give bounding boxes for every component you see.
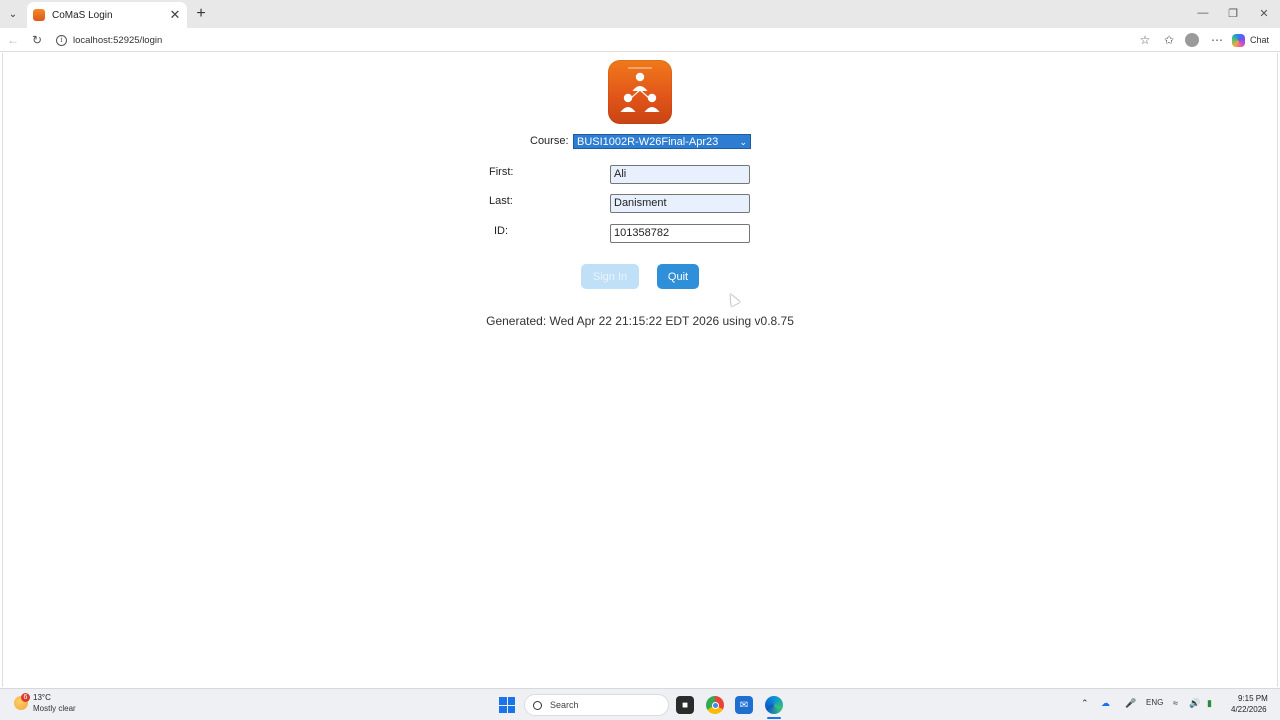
course-select[interactable]: BUSI1002R-W26Final-Apr23 ⌄ [573, 134, 751, 149]
url-text: localhost:52925/login [73, 34, 163, 46]
microphone-icon[interactable]: 🎤 [1125, 698, 1136, 709]
first-name-label: First: [489, 166, 514, 178]
id-label: ID: [494, 225, 509, 237]
active-app-indicator [767, 717, 781, 719]
browser-tab-bar: ⌄ CoMaS Login ✕ + — ❐ ✕ [0, 0, 1280, 28]
tab-title: CoMaS Login [52, 9, 113, 21]
copilot-icon [1232, 33, 1245, 47]
favorite-star-icon[interactable]: ☆ [1136, 31, 1154, 49]
last-name-input[interactable]: Danisment [610, 194, 750, 213]
close-tab-icon[interactable]: ✕ [167, 7, 183, 23]
search-icon [533, 700, 542, 710]
id-input[interactable]: 101358782 [610, 224, 750, 243]
outlook-icon[interactable]: ✉ [735, 696, 753, 714]
language-indicator[interactable]: ENG [1146, 698, 1163, 707]
browser-tab[interactable]: CoMaS Login ✕ [27, 2, 187, 28]
tab-actions-menu-icon[interactable]: ⌄ [4, 5, 22, 23]
course-label: Course: [530, 135, 569, 147]
site-info-icon[interactable]: i [56, 34, 67, 46]
close-window-icon[interactable]: ✕ [1253, 4, 1275, 22]
comas-favicon-icon [33, 9, 45, 21]
refresh-icon[interactable]: ↻ [28, 31, 46, 49]
restore-icon[interactable]: ❐ [1222, 4, 1244, 22]
address-bar[interactable]: i localhost:52925/login [50, 30, 1160, 50]
quit-button[interactable]: Quit [657, 264, 699, 289]
minimize-icon[interactable]: — [1192, 4, 1214, 22]
sign-in-button[interactable]: Sign In [581, 264, 639, 289]
onedrive-icon[interactable]: ☁ [1101, 698, 1110, 709]
show-hidden-icons-icon[interactable]: ⌃ [1081, 698, 1089, 709]
wifi-icon[interactable]: ≈ [1173, 698, 1178, 708]
chrome-icon[interactable] [706, 696, 724, 714]
favorites-list-icon[interactable]: ✩ [1160, 31, 1178, 49]
copilot-chat-button[interactable]: Chat [1232, 31, 1269, 49]
back-arrow-icon[interactable]: ← [4, 31, 22, 49]
weather-condition: Mostly clear [33, 704, 76, 713]
comas-logo-icon [608, 60, 672, 124]
profile-avatar-icon[interactable] [1185, 33, 1199, 47]
windows-taskbar: 6 13°C Mostly clear Search ■ ✉ ⌃ ☁ 🎤 ENG… [0, 688, 1280, 720]
weather-temperature: 13°C [33, 693, 51, 702]
task-view-icon[interactable]: ■ [676, 696, 694, 714]
browser-toolbar: ← ↻ i localhost:52925/login ☆ ✩ ⋯ [0, 28, 1280, 52]
search-placeholder: Search [550, 700, 579, 710]
chevron-down-icon: ⌄ [739, 137, 747, 147]
new-tab-icon[interactable]: + [192, 5, 210, 23]
battery-icon[interactable]: ▮ [1207, 698, 1212, 709]
weather-notification-badge: 6 [21, 693, 30, 702]
chat-label: Chat [1250, 35, 1270, 45]
more-options-icon[interactable]: ⋯ [1208, 31, 1226, 49]
windows-start-icon[interactable] [499, 697, 515, 713]
course-select-value: BUSI1002R-W26Final-Apr23 [577, 136, 719, 148]
clock-time[interactable]: 9:15 PM [1238, 694, 1268, 703]
taskbar-search-box[interactable]: Search [524, 694, 669, 716]
generated-info-text: Generated: Wed Apr 22 21:15:22 EDT 2026 … [486, 314, 794, 328]
volume-icon[interactable]: 🔊 [1189, 698, 1200, 709]
edge-icon[interactable] [765, 696, 783, 714]
first-name-input[interactable]: Ali [610, 165, 750, 184]
clock-date[interactable]: 4/22/2026 [1231, 705, 1267, 714]
last-name-label: Last: [489, 195, 513, 207]
